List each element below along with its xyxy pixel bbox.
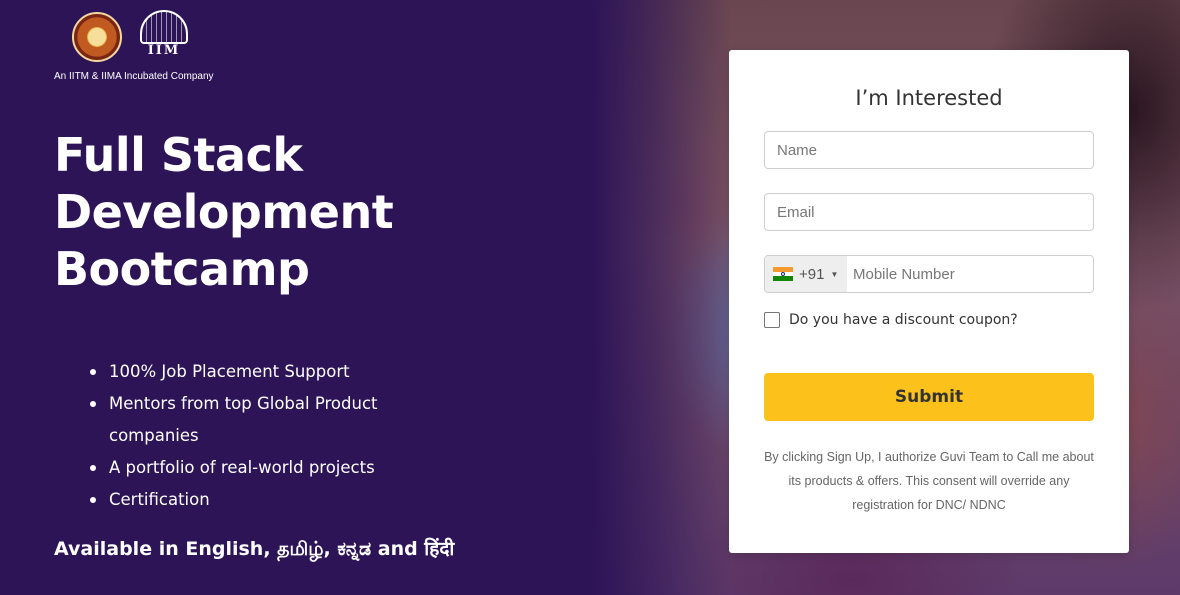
india-flag-icon <box>773 267 793 282</box>
form-title: I’m Interested <box>855 86 1003 110</box>
lead-form: I’m Interested +91 ▼ Do you have a disco… <box>729 50 1129 553</box>
feature-item: Certification <box>90 484 390 516</box>
hero-panel: IIM An IITM & IIMA Incubated Company Ful… <box>0 0 592 595</box>
coupon-checkbox[interactable] <box>764 312 780 328</box>
page-title: Full Stack Development Bootcamp <box>54 128 394 296</box>
submit-button[interactable]: Submit <box>764 373 1094 421</box>
incubation-tagline: An IITM & IIMA Incubated Company <box>54 71 214 82</box>
country-code-select[interactable]: +91 ▼ <box>765 256 847 292</box>
email-input[interactable] <box>764 193 1094 231</box>
consent-text: By clicking Sign Up, I authorize Guvi Te… <box>764 450 1094 512</box>
dial-code: +91 <box>799 265 825 283</box>
phone-field: +91 ▼ <box>764 255 1094 293</box>
feature-item: 100% Job Placement Support <box>90 356 390 388</box>
feature-list: 100% Job Placement Support Mentors from … <box>90 356 390 516</box>
iitm-logo <box>72 12 122 62</box>
feature-item: Mentors from top Global Product companie… <box>90 388 390 452</box>
languages-note: Available in English, தமிழ், ಕನ್ನಡ and ह… <box>54 538 455 560</box>
feature-item: A portfolio of real-world projects <box>90 452 390 484</box>
partner-logos: IIM <box>72 10 192 64</box>
coupon-option: Do you have a discount coupon? <box>764 312 1018 328</box>
coupon-label[interactable]: Do you have a discount coupon? <box>789 312 1018 328</box>
name-input[interactable] <box>764 131 1094 169</box>
mobile-number-input[interactable] <box>847 256 1093 292</box>
caret-down-icon: ▼ <box>830 269 839 279</box>
iima-logo: IIM <box>136 10 192 64</box>
